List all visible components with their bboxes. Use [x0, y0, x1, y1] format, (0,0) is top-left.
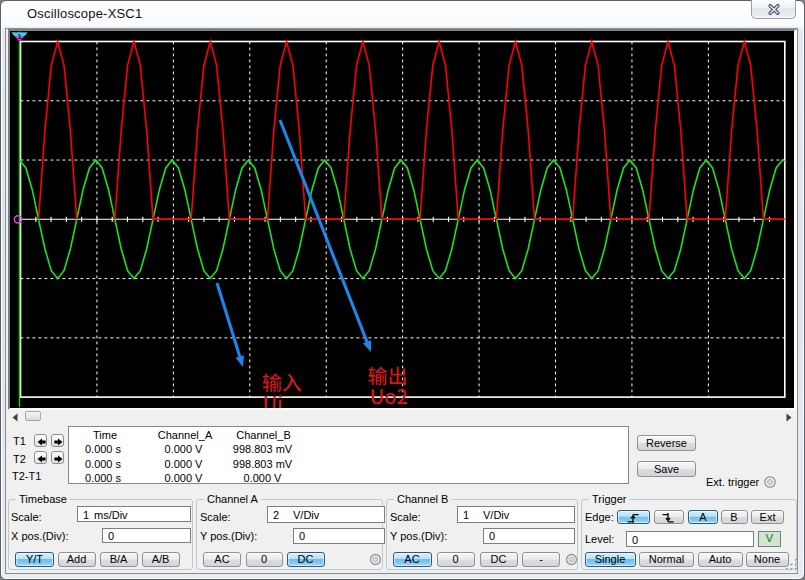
channel-b-scale-unit: V/Div: [483, 509, 509, 521]
channel-a-scale-input[interactable]: 2 V/Div: [267, 506, 385, 523]
scope-screen[interactable]: 1: [10, 31, 793, 408]
trigger-none-button[interactable]: None: [746, 552, 789, 567]
channel-b-scale-label: Scale:: [390, 511, 421, 523]
channel-a-ypos-label: Y pos.(Div):: [200, 530, 257, 542]
oscilloscope-window: Oscilloscope-XSC1 1 T1 T2 T2-T1: [0, 0, 805, 580]
timebase-scale-value: 1: [83, 509, 89, 521]
trigger-rising-edge-button[interactable]: [617, 510, 650, 525]
timebase-ba-button[interactable]: B/A: [100, 552, 138, 567]
save-button[interactable]: Save: [637, 461, 696, 477]
timebase-scale-label: Scale:: [11, 511, 42, 523]
col-header-channel-a: Channel_A: [158, 429, 212, 441]
t1-time: 0.000 s: [85, 443, 121, 455]
t1-left-button[interactable]: [34, 434, 47, 447]
cursor1-number: 1: [18, 33, 22, 40]
trigger-level-value: 0: [632, 534, 638, 546]
trigger-level-unit[interactable]: V: [758, 531, 781, 547]
trigger-title: Trigger: [589, 493, 629, 505]
trigger-edge-label: Edge:: [585, 511, 614, 523]
readout-table: [68, 426, 629, 484]
timebase-xpos-label: X pos.(Div):: [11, 530, 68, 542]
trigger-single-button[interactable]: Single: [585, 552, 636, 567]
annotation-text-glyph: [279, 395, 282, 408]
right-triangle-glyph: [781, 411, 796, 424]
channel-b-minus-button[interactable]: -: [522, 552, 560, 567]
ext-trigger-connector-icon: [763, 475, 777, 489]
channel-b-ypos-label: Y pos.(Div):: [390, 530, 447, 542]
col-header-channel-b: Channel_B: [236, 429, 290, 441]
title-bar[interactable]: Oscilloscope-XSC1: [0, 0, 805, 28]
t1-channel-a: 0.000 V: [165, 443, 203, 455]
t2-channel-b: 998.803 mV: [233, 458, 292, 470]
t2-left-button[interactable]: [34, 451, 47, 464]
falling-edge-icon: [661, 512, 677, 523]
timebase-xpos-input[interactable]: 0: [102, 528, 191, 544]
cursor-diff-label: T2-T1: [12, 470, 41, 482]
channel-a-dc-button[interactable]: DC: [287, 552, 325, 567]
channel-a-title: Channel A: [204, 493, 261, 505]
close-button[interactable]: [751, 0, 796, 19]
channel-b-connector-icon: [565, 553, 578, 566]
t2-channel-a: 0.000 V: [165, 458, 203, 470]
timebase-scale-unit: ms/Div: [94, 509, 128, 521]
channel-b-ypos-input[interactable]: 0: [483, 528, 575, 544]
trigger-falling-edge-button[interactable]: [654, 510, 684, 525]
cursor1-label: T1: [13, 435, 26, 447]
scope-scrollbar[interactable]: [8, 410, 797, 423]
channel-a-0-button[interactable]: 0: [246, 552, 283, 567]
timebase-pos-value: 0: [108, 530, 114, 542]
trigger-normal-button[interactable]: Normal: [639, 552, 694, 567]
channel-a-ypos-input[interactable]: 0: [293, 528, 385, 544]
scrollbar-right-arrow-icon[interactable]: [781, 410, 796, 423]
close-icon: [767, 3, 781, 15]
ext-trigger-label: Ext. trigger: [706, 476, 759, 488]
channel-a-scale-label: Scale:: [200, 511, 231, 523]
rising-edge-icon: [626, 512, 642, 523]
channel-a-ac-button[interactable]: AC: [203, 552, 241, 567]
t2-time: 0.000 s: [85, 458, 121, 470]
channel-a-connector-icon: [369, 553, 382, 566]
timebase-scale-input[interactable]: 1 ms/Div: [77, 506, 191, 522]
trigger-auto-button[interactable]: Auto: [698, 552, 743, 567]
col-header-time: Time: [93, 429, 117, 441]
reverse-button[interactable]: Reverse: [637, 435, 696, 451]
tdiff-time: 0.000 s: [85, 472, 121, 484]
channel-a-scale-value: 2: [273, 509, 279, 521]
channel-b-scale-input[interactable]: 1 V/Div: [457, 506, 575, 523]
left-triangle-glyph: [8, 411, 23, 424]
tdiff-channel-b: 0.000 V: [244, 472, 282, 484]
channel-b-dc-button[interactable]: DC: [480, 552, 518, 567]
resize-grip-icon[interactable]: [786, 558, 800, 572]
cursor2-label: T2: [13, 453, 26, 465]
channel-b-scale-value: 1: [463, 509, 469, 521]
channel-a-pos-value: 0: [299, 530, 305, 542]
trigger-level-input[interactable]: 0: [626, 531, 754, 547]
scrollbar-thumb[interactable]: [25, 411, 41, 421]
timebase-ab-button[interactable]: A/B: [142, 552, 180, 567]
t1-channel-b: 998.803 mV: [233, 443, 292, 455]
timebase-title: Timebase: [16, 493, 70, 505]
channel-b-0-button[interactable]: 0: [437, 552, 475, 567]
trigger-level-label: Level:: [585, 533, 614, 545]
scrollbar-left-arrow-icon[interactable]: [8, 410, 23, 423]
trigger-source-a-button[interactable]: A: [688, 510, 718, 525]
t1-right-button[interactable]: [51, 434, 64, 447]
arrow-right-icon: [53, 437, 64, 447]
arrow-left-icon: [36, 454, 47, 464]
t2-right-button[interactable]: [51, 451, 64, 464]
trigger-source-b-button[interactable]: B: [721, 510, 748, 525]
channel-b-ac-button[interactable]: AC: [393, 552, 432, 567]
arrow-right-icon: [53, 454, 64, 464]
tdiff-channel-a: 0.000 V: [165, 472, 203, 484]
timebase-add-button[interactable]: Add: [58, 552, 96, 567]
channel-a-scale-unit: V/Div: [293, 509, 319, 521]
trigger-source-ext-button[interactable]: Ext: [751, 510, 784, 525]
window-title: Oscilloscope-XSC1: [27, 6, 142, 21]
channel-b-title: Channel B: [394, 493, 451, 505]
channel-b-pos-value: 0: [489, 530, 495, 542]
arrow-left-icon: [36, 437, 47, 447]
timebase-yt-button[interactable]: Y/T: [15, 552, 54, 567]
